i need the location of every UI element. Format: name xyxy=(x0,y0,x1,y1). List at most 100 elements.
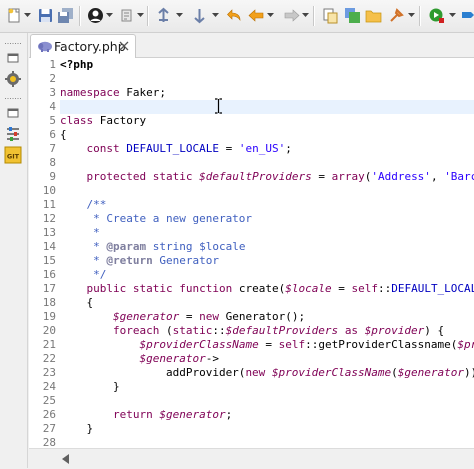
code-line[interactable]: <?php xyxy=(60,58,93,72)
code-line[interactable]: $generator-> xyxy=(60,352,218,366)
scroll-left-icon[interactable] xyxy=(62,454,70,464)
code-token: $generator xyxy=(139,352,206,365)
code-token: as xyxy=(344,324,359,337)
back-dropdown-icon[interactable] xyxy=(267,13,274,18)
run-dropdown-icon[interactable] xyxy=(176,13,183,18)
code-line[interactable]: class Factory xyxy=(60,114,146,128)
next-dropdown-icon[interactable] xyxy=(302,13,309,18)
horizontal-scrollbar[interactable] xyxy=(29,448,474,469)
line-number: 20 xyxy=(42,324,56,337)
save-icon[interactable] xyxy=(37,7,54,24)
code-token: Generator(); xyxy=(218,310,306,323)
code-line[interactable]: const DEFAULT_LOCALE = 'en_US'; xyxy=(60,142,292,156)
user-icon[interactable] xyxy=(87,7,104,24)
code-line[interactable]: protected static $defaultProviders = arr… xyxy=(60,170,474,184)
code-line[interactable]: /** xyxy=(60,198,106,212)
new-icon[interactable] xyxy=(6,7,23,24)
open-folder-icon[interactable] xyxy=(365,7,382,24)
tab-label: Factory.php xyxy=(54,39,126,54)
line-number: 10 xyxy=(42,184,56,197)
code-token: = xyxy=(258,338,279,351)
trim-grip[interactable] xyxy=(5,97,21,100)
code-token: return xyxy=(112,408,153,421)
code-token: <?php xyxy=(60,58,94,71)
code-token: { xyxy=(60,128,67,141)
code-token: * xyxy=(60,240,107,253)
code-token: create( xyxy=(232,282,286,295)
line-number: 9 xyxy=(49,170,56,183)
code-token: function xyxy=(179,282,233,295)
code-line[interactable]: public static function create($locale = … xyxy=(60,282,474,296)
tab-factory-php[interactable]: Factory.php xyxy=(30,34,136,58)
pin-icon[interactable] xyxy=(388,7,405,24)
history-icon[interactable] xyxy=(191,7,208,24)
code-line[interactable]: $generator = new Generator(); xyxy=(60,310,305,324)
line-number: 18 xyxy=(42,296,56,309)
line-number: 2 xyxy=(49,72,56,85)
git-icon[interactable]: GIT xyxy=(4,146,22,164)
trim-grip[interactable] xyxy=(5,42,21,45)
external-tools-icon[interactable] xyxy=(428,7,445,24)
code-token: namespace xyxy=(60,86,120,99)
code-token: ( xyxy=(159,324,173,337)
minimized-view-icon[interactable] xyxy=(4,104,22,122)
package-icon[interactable] xyxy=(460,7,474,24)
code-editor[interactable]: 1 2 3 4 5 6 7 8 9 10 11 12 13 14 15 16 17 18 19 20 21 22 23 24 2… xyxy=(29,58,474,448)
open-type-icon[interactable] xyxy=(322,7,339,24)
save-all-icon[interactable] xyxy=(57,7,74,24)
code-line[interactable]: * xyxy=(60,226,100,240)
code-token: $providerClassName xyxy=(271,366,392,379)
code-line[interactable]: } xyxy=(60,380,120,394)
code-token: DEFAULT_LOCALE xyxy=(126,142,219,155)
debug-icon[interactable] xyxy=(118,7,135,24)
editor-tab-bar: Factory.php xyxy=(29,33,474,58)
code-token: 'Address' xyxy=(371,170,431,183)
code-token: ( xyxy=(391,366,398,379)
code-token: * Create a new generator xyxy=(60,212,253,225)
close-icon[interactable] xyxy=(119,41,129,51)
code-line[interactable]: addProvider(new $providerClassName($gene… xyxy=(60,366,474,380)
forward-icon[interactable] xyxy=(248,7,265,24)
code-line[interactable]: * Create a new generator xyxy=(60,212,252,226)
outline-icon[interactable] xyxy=(4,125,22,143)
code-line[interactable]: foreach (static::$defaultProviders as $p… xyxy=(60,324,444,338)
back-icon[interactable] xyxy=(226,7,243,24)
code-line[interactable]: namespace Faker; xyxy=(60,86,166,100)
next-icon[interactable] xyxy=(283,7,300,24)
external-tools-dropdown-icon[interactable] xyxy=(449,13,456,18)
code-line[interactable]: */ xyxy=(60,268,106,282)
code-line[interactable]: $providerClassName = self::getProviderCl… xyxy=(60,338,474,352)
debug-dropdown-icon[interactable] xyxy=(137,13,144,18)
code-token: @param xyxy=(106,240,147,253)
line-number: 12 xyxy=(42,212,56,225)
code-token: ) { xyxy=(424,324,445,337)
package-explorer-icon[interactable] xyxy=(4,70,22,88)
code-token: )) xyxy=(464,366,474,379)
history-dropdown-icon[interactable] xyxy=(212,13,219,18)
line-number: 27 xyxy=(42,422,56,435)
code-line[interactable]: * @param string $locale xyxy=(60,240,245,254)
code-line[interactable]: } xyxy=(60,422,93,436)
svg-text:GIT: GIT xyxy=(7,153,20,161)
minimized-view-icon[interactable] xyxy=(4,49,22,67)
text-cursor-icon xyxy=(215,98,222,114)
pin-dropdown-icon[interactable] xyxy=(408,13,415,18)
open-resource-icon[interactable] xyxy=(344,7,361,24)
user-dropdown-icon[interactable] xyxy=(106,13,113,18)
new-dropdown-icon[interactable] xyxy=(24,13,31,18)
run-icon[interactable] xyxy=(155,7,172,24)
code-token: DEFAULT_LOCAL xyxy=(391,282,474,295)
code-token: $pr xyxy=(457,338,474,351)
line-number: 8 xyxy=(49,156,56,169)
code-token: public xyxy=(86,282,127,295)
line-number: 25 xyxy=(42,394,56,407)
code-line[interactable]: return $generator; xyxy=(60,408,232,422)
code-token: ; xyxy=(225,408,233,421)
code-line[interactable]: * @return Generator xyxy=(60,254,219,268)
code-line[interactable]: { xyxy=(60,296,93,310)
code-line[interactable]: { xyxy=(60,128,67,142)
